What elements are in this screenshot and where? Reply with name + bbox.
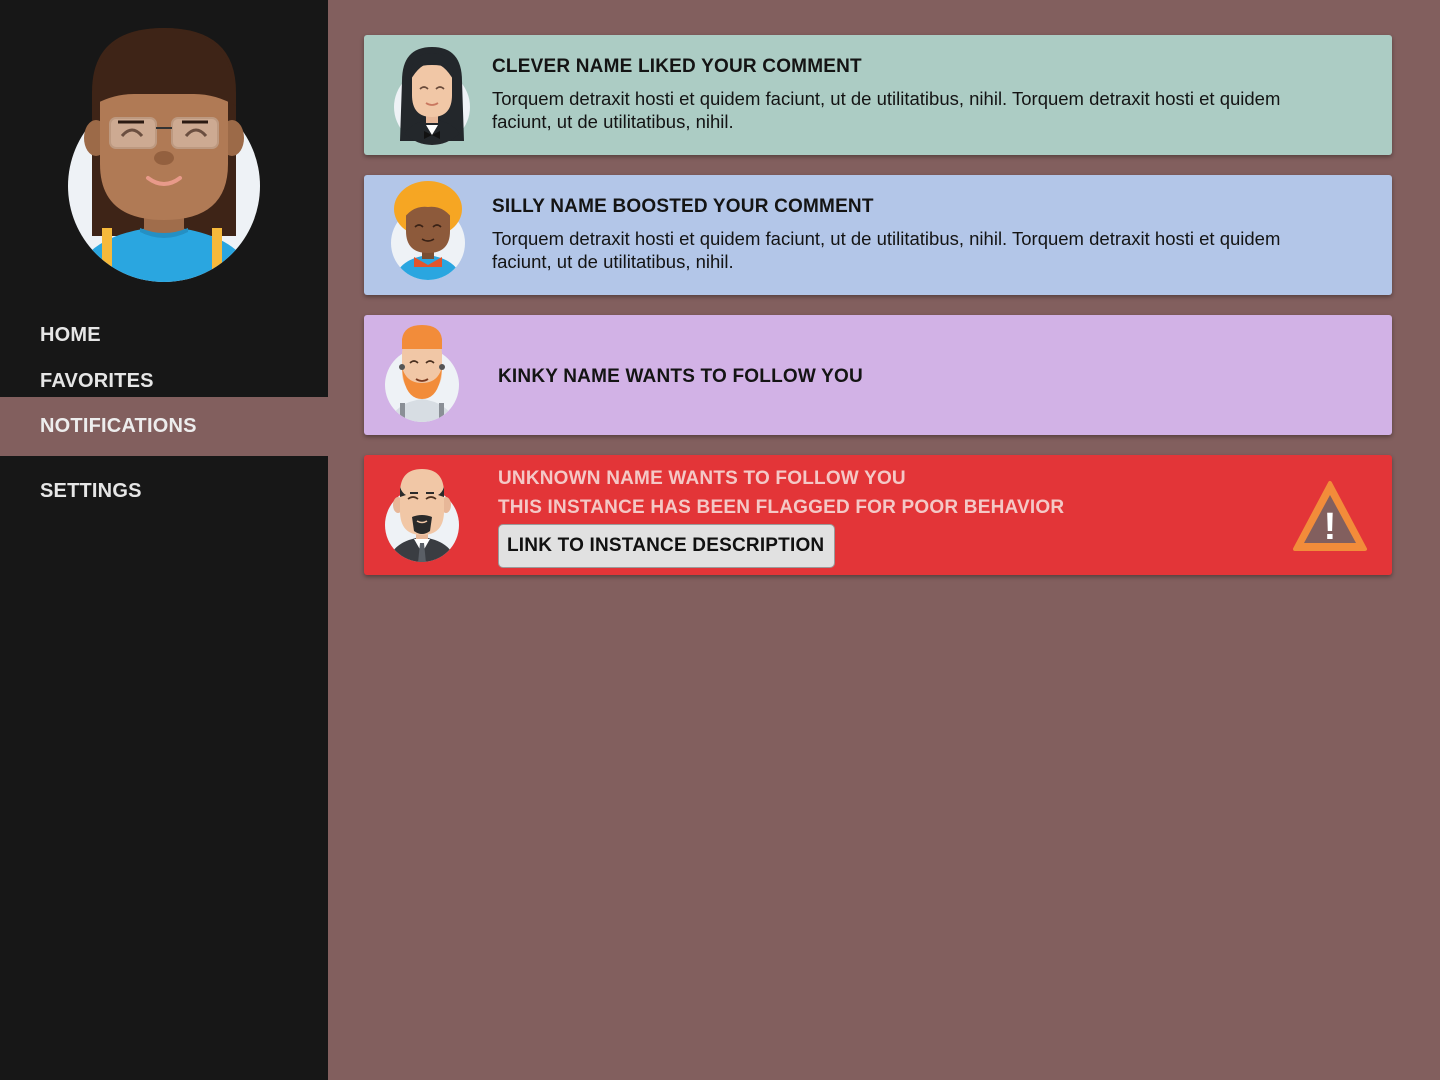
notification-title: SILLY NAME BOOSTED YOUR COMMENT [492, 196, 874, 217]
sidebar: HOME FAVORITES NOTIFICATIONS SETTINGS [0, 0, 328, 1080]
avatar-bald-goatee-icon [385, 469, 459, 562]
avatar-long-hair-icon [394, 47, 470, 145]
notification-card-flagged[interactable]: UNKNOWN NAME WANTS TO FOLLOW YOU THIS IN… [364, 455, 1392, 575]
notification-body: Torquem detraxit hosti et quidem faciunt… [492, 228, 1281, 272]
warning-triangle-icon: ! [1293, 481, 1367, 551]
avatar-bearded-icon [385, 325, 459, 422]
avatar-curly-hair-icon [391, 181, 465, 280]
nav-item-settings[interactable]: SETTINGS [0, 472, 328, 510]
nav-item-home[interactable]: HOME [0, 316, 328, 354]
user-avatar-glasses-icon[interactable] [66, 22, 262, 284]
instance-description-link-button[interactable]: LINK TO INSTANCE DESCRIPTION [498, 524, 836, 568]
nav-item-favorites[interactable]: FAVORITES [0, 362, 328, 400]
flagged-warning-text: THIS INSTANCE HAS BEEN FLAGGED FOR POOR … [498, 497, 1065, 518]
warning-glyph: ! [1324, 506, 1337, 548]
nav-item-notifications[interactable]: NOTIFICATIONS [0, 397, 328, 456]
notification-title: CLEVER NAME LIKED YOUR COMMENT [492, 56, 862, 77]
notification-title: KINKY NAME WANTS TO FOLLOW YOU [498, 366, 863, 387]
notification-title: UNKNOWN NAME WANTS TO FOLLOW YOU [498, 468, 906, 489]
notification-body: Torquem detraxit hosti et quidem faciunt… [492, 88, 1281, 132]
notification-card-follow[interactable]: KINKY NAME WANTS TO FOLLOW YOU [364, 315, 1392, 435]
notification-card-boost[interactable]: SILLY NAME BOOSTED YOUR COMMENT Torquem … [364, 175, 1392, 295]
notification-card-like[interactable]: CLEVER NAME LIKED YOUR COMMENT Torquem d… [364, 35, 1392, 155]
